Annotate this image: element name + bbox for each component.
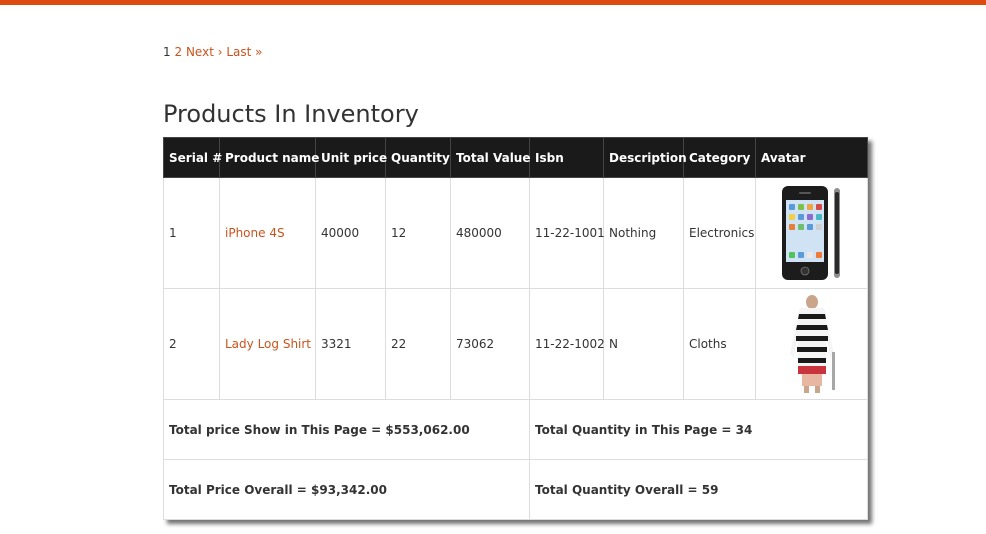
page-title: Products In Inventory [163,100,419,128]
product-link[interactable]: Lady Log Shirt [225,337,311,351]
pager-current-page: 1 [163,45,171,59]
product-link[interactable]: iPhone 4S [225,226,285,240]
pager-last-link[interactable]: Last » [226,45,262,59]
inventory-table: Serial # Product name Unit price Quantit… [163,137,868,520]
cell-serial: 2 [163,288,220,400]
phone-image [781,186,840,280]
cell-quantity: 12 [385,177,451,289]
total-quantity-overall: Total Quantity Overall = 59 [529,459,868,520]
table-row: 2 Lady Log Shirt 3321 22 73062 11-22-100… [163,288,868,400]
total-price-overall: Total Price Overall = $93,342.00 [163,459,530,520]
pager-page-2-link[interactable]: 2 [174,45,182,59]
cell-category: Electronics [683,177,756,289]
col-header-total-value: Total Value [450,137,530,178]
pagination: 1 2 Next › Last » [163,44,263,60]
cell-avatar [755,177,868,289]
cell-avatar [755,288,868,400]
cell-unit-price: 3321 [315,288,386,400]
total-quantity-page: Total Quantity in This Page = 34 [529,399,868,460]
top-accent-bar [0,0,986,5]
table-total-row: Total Price Overall = $93,342.00 Total Q… [163,459,868,520]
cell-product-name: Lady Log Shirt [219,288,316,400]
shirt-image [789,295,835,393]
table-total-row: Total price Show in This Page = $553,062… [163,399,868,460]
cell-product-name: iPhone 4S [219,177,316,289]
cell-serial: 1 [163,177,220,289]
cell-quantity: 22 [385,288,451,400]
pager-next-link[interactable]: Next › [186,45,223,59]
total-price-page: Total price Show in This Page = $553,062… [163,399,530,460]
table-header-row: Serial # Product name Unit price Quantit… [163,137,868,178]
col-header-unit-price: Unit price [315,137,387,178]
cell-description: N [603,288,684,400]
cell-description: Nothing [603,177,684,289]
col-header-serial: Serial # [163,137,222,178]
cell-total-value: 480000 [450,177,530,289]
col-header-isbn: Isbn [529,137,604,178]
col-header-category: Category [683,137,756,178]
cell-isbn: 11-22-1001 [529,177,605,289]
cell-category: Cloths [683,288,756,400]
table-row: 1 iPhone 4S 40000 12 480000 11-22-1001 N… [163,177,868,289]
cell-total-value: 73062 [450,288,530,400]
col-header-description: Description [603,137,687,178]
col-header-avatar: Avatar [755,137,868,178]
col-header-quantity: Quantity [385,137,451,178]
cell-isbn: 11-22-1002 [529,288,605,400]
col-header-product-name: Product name [219,137,319,178]
cell-unit-price: 40000 [315,177,386,289]
